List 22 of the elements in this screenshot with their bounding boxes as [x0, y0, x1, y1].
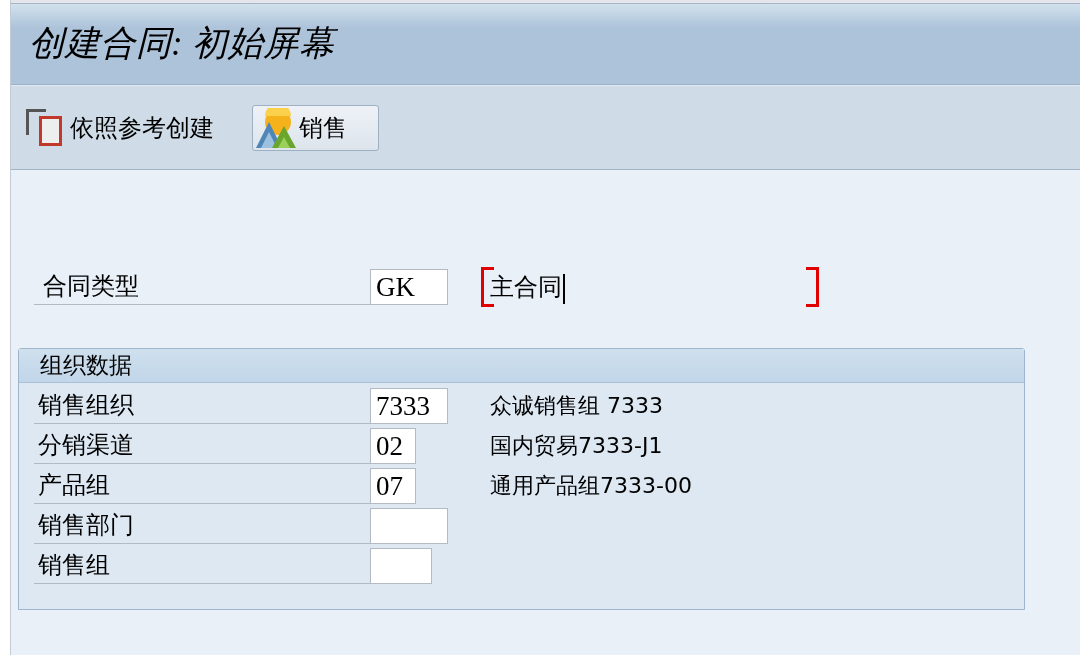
- group-title: 组织数据: [19, 349, 1024, 383]
- field-label: 分销渠道: [34, 428, 370, 464]
- field-label: 合同类型: [34, 269, 370, 305]
- description-text: 通用产品组7333-00: [490, 472, 692, 500]
- description-text: 众诚销售组 7333: [490, 392, 663, 420]
- text-cursor: [563, 274, 565, 305]
- input-field[interactable]: [370, 508, 448, 544]
- contract-type-input[interactable]: GK: [370, 269, 448, 305]
- mountain-sun-icon: [256, 107, 296, 148]
- copy-icon: [26, 109, 62, 146]
- field-label: 产品组: [34, 468, 370, 504]
- field-label: 销售部门: [34, 508, 370, 544]
- input-field[interactable]: 7333: [370, 388, 448, 424]
- input-field[interactable]: 02: [370, 428, 416, 464]
- create-with-reference-button[interactable]: 依照参考创建: [26, 109, 214, 146]
- input-field[interactable]: 07: [370, 468, 416, 504]
- field-label: 销售组织: [34, 388, 370, 424]
- field-label: 销售组: [34, 548, 370, 584]
- sales-button[interactable]: 销售: [252, 104, 379, 151]
- description-text: 国内贸易7333-J1: [490, 432, 663, 460]
- description-field[interactable]: 主合同: [481, 267, 819, 307]
- input-field[interactable]: [370, 548, 432, 584]
